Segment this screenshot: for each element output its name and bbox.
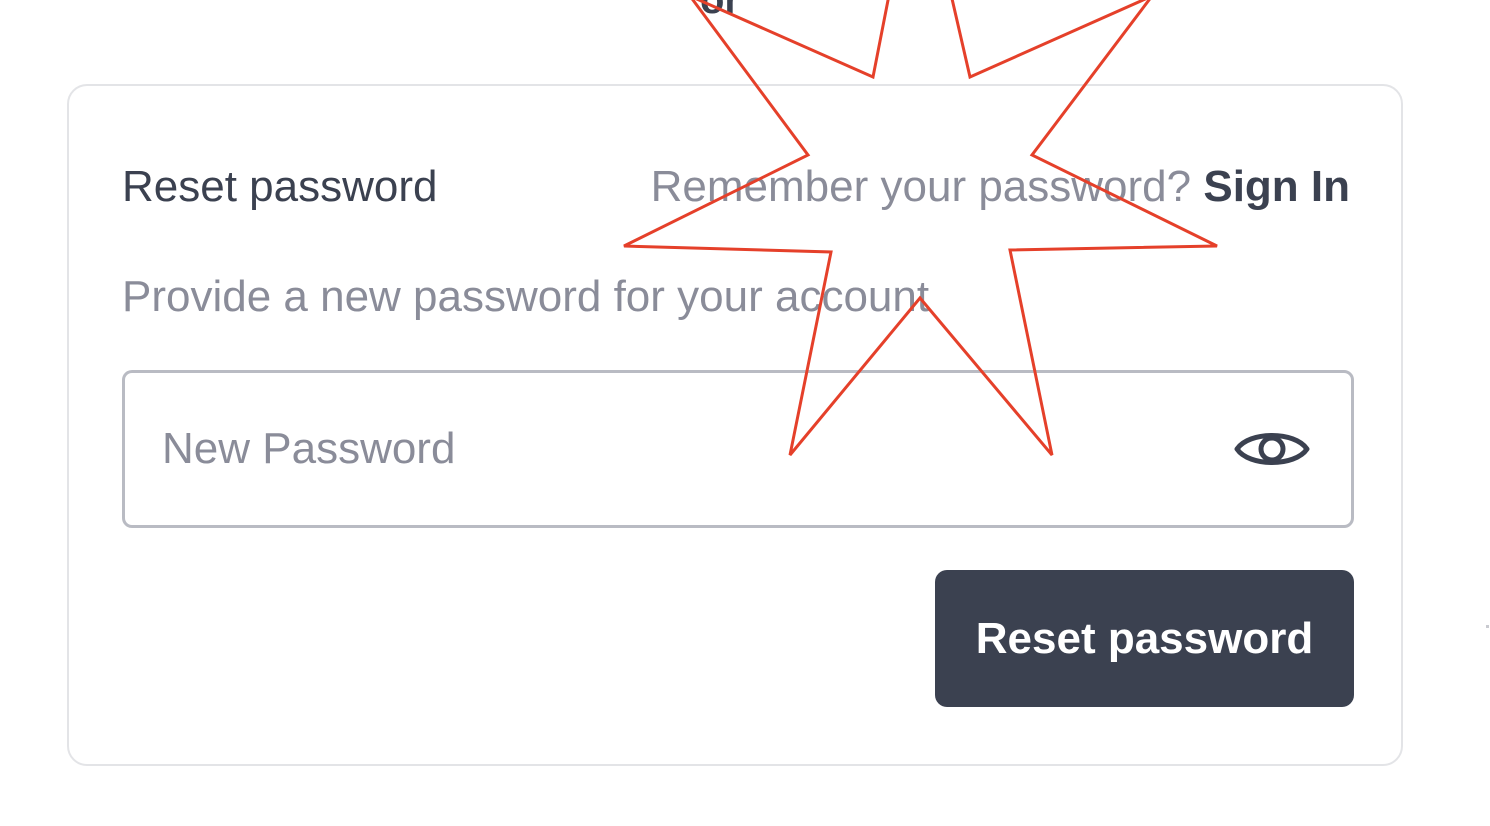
signin-row: Remember your password? Sign In	[651, 160, 1350, 214]
header-partial-text: or	[700, 0, 740, 22]
card-title: Reset password	[122, 162, 438, 211]
signin-link[interactable]: Sign In	[1203, 162, 1350, 211]
new-password-input[interactable]	[162, 373, 1222, 525]
card-subtitle: Provide a new password for your account	[122, 272, 930, 321]
reset-password-button[interactable]: Reset password	[935, 570, 1354, 707]
new-password-field	[122, 370, 1354, 528]
eye-icon[interactable]	[1233, 425, 1311, 473]
decorative-speck	[1486, 625, 1489, 628]
signin-prompt: Remember your password?	[650, 162, 1192, 211]
reset-password-card: Reset password Remember your password? S…	[67, 84, 1403, 766]
reset-password-page: or Reset password Remember your password…	[0, 0, 1490, 826]
